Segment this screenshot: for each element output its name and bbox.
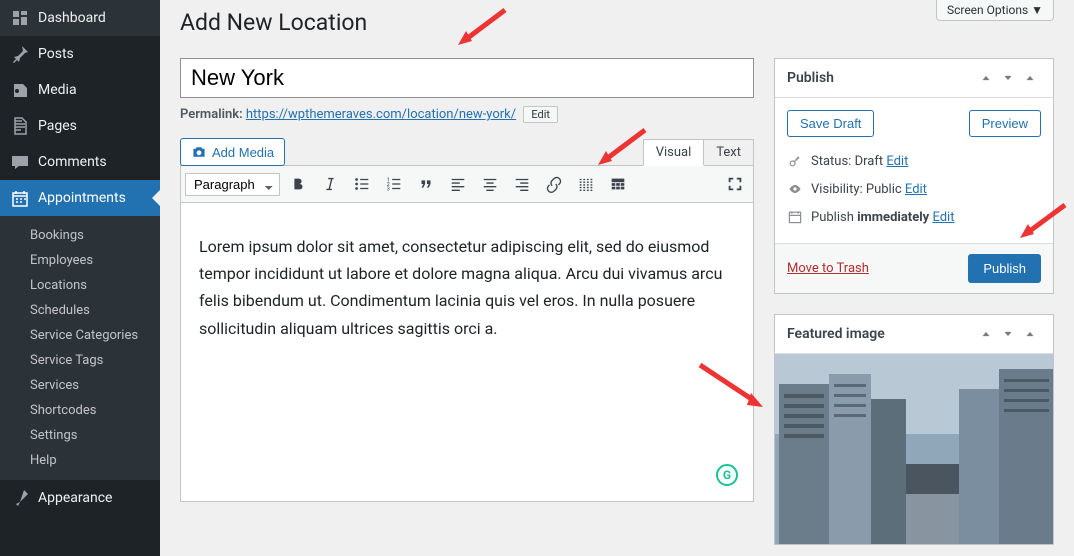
- sub-item-service-tags[interactable]: Service Tags: [0, 348, 160, 373]
- sidebar-item-dashboard[interactable]: Dashboard: [0, 0, 160, 36]
- comments-icon: [10, 152, 30, 172]
- sidebar-item-appointments[interactable]: Appointments: [0, 180, 160, 216]
- move-down-icon[interactable]: [997, 67, 1019, 89]
- tab-visual[interactable]: Visual: [643, 139, 705, 166]
- camera-icon: [191, 144, 207, 160]
- sidebar-item-comments[interactable]: Comments: [0, 144, 160, 180]
- sidebar-item-label: Comments: [38, 154, 107, 170]
- calendar-icon: [10, 188, 30, 208]
- sub-item-employees[interactable]: Employees: [0, 248, 160, 273]
- sidebar-item-pages[interactable]: Pages: [0, 108, 160, 144]
- calendar-small-icon: [787, 209, 803, 225]
- visibility-value: Public: [866, 182, 902, 197]
- paragraph-select[interactable]: Paragraph: [185, 173, 280, 196]
- schedule-label: Publish: [811, 210, 854, 225]
- edit-status-link[interactable]: Edit: [886, 154, 908, 169]
- fullscreen-button[interactable]: [721, 170, 749, 198]
- pages-icon: [10, 116, 30, 136]
- featured-image-title: Featured image: [787, 326, 975, 342]
- bold-button[interactable]: [284, 170, 312, 198]
- eye-icon: [787, 181, 803, 197]
- key-icon: [787, 153, 803, 169]
- appointments-submenu: Bookings Employees Locations Schedules S…: [0, 216, 160, 480]
- sidebar-item-label: Dashboard: [38, 10, 106, 26]
- sub-item-locations[interactable]: Locations: [0, 273, 160, 298]
- bulleted-list-button[interactable]: [348, 170, 376, 198]
- sub-item-services[interactable]: Services: [0, 373, 160, 398]
- align-center-button[interactable]: [476, 170, 504, 198]
- pin-icon: [10, 44, 30, 64]
- publish-box-title: Publish: [787, 70, 975, 86]
- editor-toolbar: Paragraph 123: [180, 165, 754, 202]
- status-value: Draft: [855, 154, 884, 169]
- media-icon: [10, 80, 30, 100]
- sidebar-item-label: Posts: [38, 46, 74, 62]
- post-title-input[interactable]: [180, 58, 754, 98]
- svg-text:3: 3: [387, 186, 390, 192]
- move-to-trash-link[interactable]: Move to Trash: [787, 261, 869, 276]
- publish-box: Publish Save Draft Preview Status: Draft…: [774, 58, 1054, 294]
- publish-button[interactable]: Publish: [968, 254, 1041, 283]
- toggle-panel-icon[interactable]: [1019, 67, 1041, 89]
- admin-sidebar: Dashboard Posts Media Pages Comments App…: [0, 0, 160, 556]
- sidebar-item-label: Appearance: [38, 490, 112, 506]
- grammarly-icon[interactable]: G: [716, 464, 738, 486]
- editor-content-area[interactable]: Lorem ipsum dolor sit amet, consectetur …: [180, 202, 754, 502]
- editor-text: Lorem ipsum dolor sit amet, consectetur …: [199, 237, 722, 338]
- align-right-button[interactable]: [508, 170, 536, 198]
- sub-item-settings[interactable]: Settings: [0, 423, 160, 448]
- sidebar-item-media[interactable]: Media: [0, 72, 160, 108]
- blockquote-button[interactable]: [412, 170, 440, 198]
- main-content: Screen Options ▼ Add New Location Permal…: [160, 0, 1074, 556]
- sidebar-item-posts[interactable]: Posts: [0, 36, 160, 72]
- dashboard-icon: [10, 8, 30, 28]
- numbered-list-button[interactable]: 123: [380, 170, 408, 198]
- tab-text[interactable]: Text: [703, 139, 754, 166]
- sidebar-item-appearance[interactable]: Appearance: [0, 480, 160, 516]
- permalink-row: Permalink: https://wpthemeraves.com/loca…: [180, 106, 754, 123]
- toolbar-toggle-button[interactable]: [604, 170, 632, 198]
- brush-icon: [10, 488, 30, 508]
- sub-item-shortcodes[interactable]: Shortcodes: [0, 398, 160, 423]
- save-draft-button[interactable]: Save Draft: [787, 110, 874, 137]
- sub-item-bookings[interactable]: Bookings: [0, 223, 160, 248]
- permalink-link[interactable]: https://wpthemeraves.com/location/new-yo…: [246, 107, 516, 122]
- add-media-button[interactable]: Add Media: [180, 138, 285, 166]
- sidebar-item-label: Pages: [38, 118, 77, 134]
- editor-tab-switcher: Visual Text: [643, 139, 754, 166]
- sub-item-service-categories[interactable]: Service Categories: [0, 323, 160, 348]
- schedule-value: immediately: [857, 210, 929, 225]
- edit-visibility-link[interactable]: Edit: [905, 182, 927, 197]
- page-title: Add New Location: [180, 0, 1054, 58]
- screen-options-button[interactable]: Screen Options ▼: [936, 0, 1054, 21]
- read-more-button[interactable]: [572, 170, 600, 198]
- sub-item-schedules[interactable]: Schedules: [0, 298, 160, 323]
- move-up-icon[interactable]: [975, 323, 997, 345]
- visibility-label: Visibility:: [811, 182, 863, 197]
- add-media-label: Add Media: [212, 145, 274, 160]
- link-button[interactable]: [540, 170, 568, 198]
- sidebar-item-label: Media: [38, 82, 77, 98]
- permalink-label: Permalink:: [180, 107, 243, 122]
- featured-image-thumbnail[interactable]: [775, 354, 1053, 544]
- preview-button[interactable]: Preview: [969, 110, 1041, 137]
- sidebar-item-label: Appointments: [38, 190, 126, 206]
- align-left-button[interactable]: [444, 170, 472, 198]
- move-up-icon[interactable]: [975, 67, 997, 89]
- status-label: Status:: [811, 154, 851, 169]
- featured-image-box: Featured image: [774, 314, 1054, 545]
- edit-permalink-button[interactable]: Edit: [523, 106, 558, 123]
- italic-button[interactable]: [316, 170, 344, 198]
- sub-item-help[interactable]: Help: [0, 448, 160, 473]
- edit-schedule-link[interactable]: Edit: [932, 210, 954, 225]
- move-down-icon[interactable]: [997, 323, 1019, 345]
- toggle-panel-icon[interactable]: [1019, 323, 1041, 345]
